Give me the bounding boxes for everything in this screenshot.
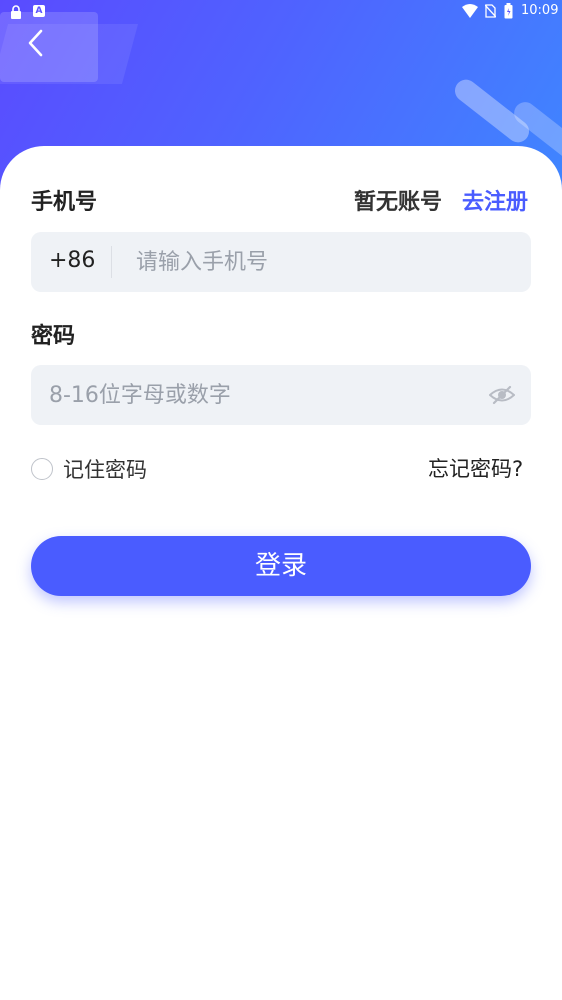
wifi-icon bbox=[462, 4, 478, 18]
status-bar: A 10:09 bbox=[0, 0, 562, 24]
login-button[interactable]: 登录 bbox=[31, 536, 531, 596]
status-time: 10:09 bbox=[521, 3, 559, 18]
password-label: 密码 bbox=[31, 324, 76, 349]
accessibility-a-icon: A bbox=[33, 5, 45, 17]
battery-icon bbox=[504, 3, 513, 19]
register-link[interactable]: 去注册 bbox=[462, 184, 528, 216]
remember-password[interactable]: 记住密码 bbox=[31, 454, 147, 484]
phone-input[interactable] bbox=[136, 232, 516, 292]
no-sim-icon bbox=[485, 4, 496, 18]
back-button[interactable] bbox=[20, 26, 50, 60]
forgot-password-link[interactable]: 忘记密码? bbox=[428, 453, 523, 483]
no-account-text: 暂无账号 bbox=[354, 190, 443, 215]
lock-icon bbox=[11, 5, 21, 19]
country-code[interactable]: +86 bbox=[49, 248, 95, 273]
password-field bbox=[31, 365, 531, 425]
divider bbox=[111, 246, 112, 278]
phone-field: +86 bbox=[31, 232, 531, 292]
remember-label: 记住密码 bbox=[63, 458, 147, 482]
eye-off-icon[interactable] bbox=[489, 383, 515, 407]
chevron-left-icon bbox=[28, 29, 43, 57]
login-card: 手机号 暂无账号 去注册 +86 密码 记住密码 忘记密码? 登录 bbox=[0, 146, 562, 1000]
remember-checkbox[interactable] bbox=[31, 458, 53, 480]
password-input[interactable] bbox=[49, 365, 469, 425]
phone-label: 手机号 bbox=[31, 190, 98, 215]
